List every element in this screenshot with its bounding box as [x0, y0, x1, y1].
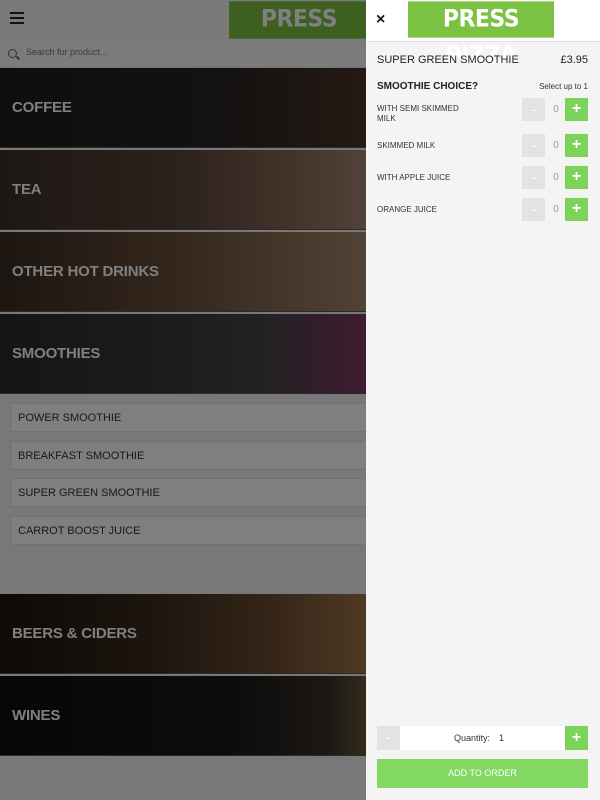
- close-icon[interactable]: ×: [376, 12, 385, 28]
- option-increment-button[interactable]: +: [565, 134, 588, 157]
- add-to-order-button[interactable]: ADD TO ORDER: [377, 759, 588, 788]
- option-decrement-button[interactable]: -: [522, 98, 545, 121]
- choice-group-title: SMOOTHIE CHOICE?: [377, 81, 479, 92]
- quantity-stepper: - Quantity: 1 +: [377, 726, 588, 750]
- option-label: SKIMMED MILK: [377, 141, 436, 150]
- brand-logo: PRESS PIZZA: [408, 1, 554, 70]
- panel-header: × PRESS PIZZA: [366, 0, 600, 70]
- option-increment-button[interactable]: +: [565, 166, 588, 189]
- option-increment-button[interactable]: +: [565, 98, 588, 121]
- option-count: 0: [553, 204, 559, 215]
- product-title: SUPER GREEN SMOOTHIE: [377, 54, 519, 66]
- quantity-increment-button[interactable]: +: [565, 726, 588, 750]
- option-decrement-button[interactable]: -: [522, 198, 545, 221]
- quantity-decrement-button[interactable]: -: [377, 726, 400, 750]
- product-options-panel: × PRESS PIZZA SUPER GREEN SMOOTHIE £3.95…: [366, 0, 600, 800]
- option-count: 0: [553, 140, 559, 151]
- quantity-label: Quantity:: [454, 733, 491, 743]
- option-label: WITH APPLE JUICE: [377, 173, 451, 182]
- choice-group-hint: Select up to 1: [539, 82, 588, 91]
- option-label: WITH SEMI SKIMMED MILK: [377, 104, 459, 123]
- option-count: 0: [553, 104, 559, 115]
- quantity-value: 1: [499, 733, 505, 743]
- option-count: 0: [553, 172, 559, 183]
- option-increment-button[interactable]: +: [565, 198, 588, 221]
- option-decrement-button[interactable]: -: [522, 166, 545, 189]
- product-price: £3.95: [560, 54, 588, 66]
- option-decrement-button[interactable]: -: [522, 134, 545, 157]
- option-label: ORANGE JUICE: [377, 205, 438, 214]
